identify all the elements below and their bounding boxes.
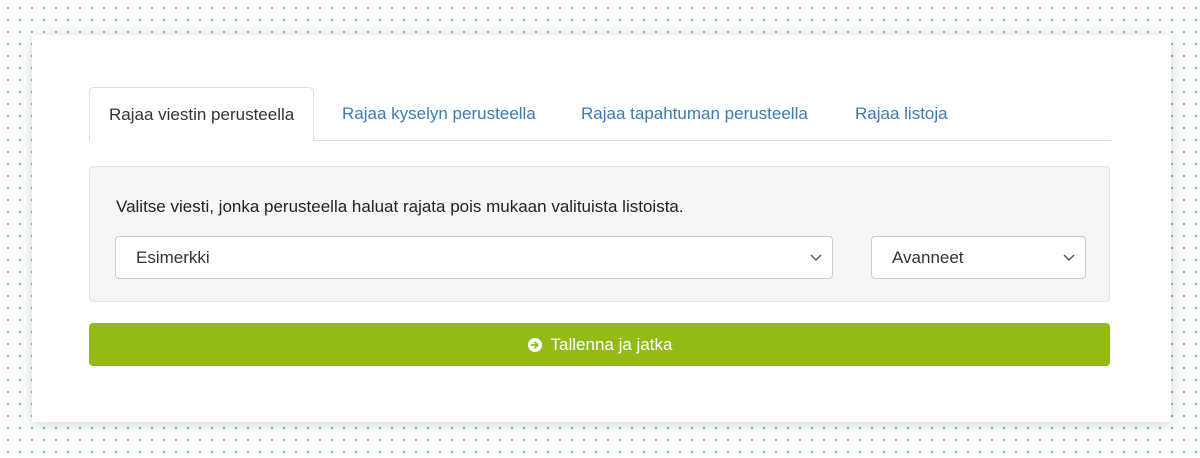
arrow-circle-right-icon [527, 337, 542, 352]
chevron-down-icon [1063, 254, 1075, 261]
instruction-text: Valitse viesti, jonka perusteella haluat… [116, 197, 684, 216]
chevron-down-icon [810, 254, 822, 261]
message-select-value: Esimerkki [136, 248, 210, 267]
tab-lists[interactable]: Rajaa listoja [855, 87, 948, 140]
status-select-value: Avanneet [892, 248, 964, 267]
tab-survey[interactable]: Rajaa kyselyn perusteella [342, 87, 536, 140]
form-card: Rajaa viestin perusteella Rajaa kyselyn … [32, 35, 1171, 422]
save-button-label: Tallenna ja jatka [550, 334, 673, 354]
tab-event[interactable]: Rajaa tapahtuman perusteella [581, 87, 808, 140]
tab-bar: Rajaa viestin perusteella Rajaa kyselyn … [89, 87, 1111, 141]
tab-message[interactable]: Rajaa viestin perusteella [89, 87, 315, 141]
filter-panel: Valitse viesti, jonka perusteella haluat… [89, 166, 1110, 302]
status-select[interactable]: Avanneet [871, 236, 1086, 279]
message-select[interactable]: Esimerkki [115, 236, 833, 279]
save-and-continue-button[interactable]: Tallenna ja jatka [89, 323, 1110, 366]
